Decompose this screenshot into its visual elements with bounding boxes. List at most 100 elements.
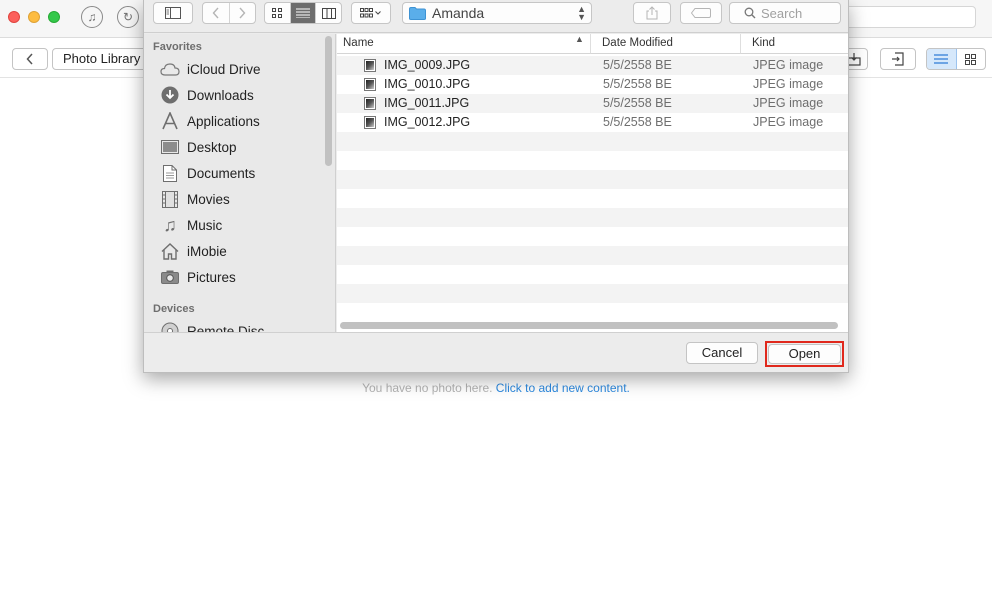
folder-icon	[409, 6, 426, 20]
view-mode-toggle	[926, 48, 986, 70]
jpeg-thumbnail-icon	[364, 116, 376, 129]
chevron-left-icon	[26, 53, 33, 65]
file-name: IMG_0009.JPG	[384, 58, 471, 72]
chevron-left-icon	[212, 7, 219, 19]
file-date: 5/5/2558 BE	[603, 115, 672, 129]
arrange-button[interactable]	[351, 2, 391, 24]
list-view-button[interactable]	[927, 49, 957, 69]
updown-chevron-icon: ▲ ▼	[577, 4, 586, 22]
column-header-kind[interactable]: Kind	[741, 34, 848, 54]
share-icon	[646, 6, 658, 20]
file-date: 5/5/2558 BE	[603, 77, 672, 91]
search-field[interactable]: Search	[729, 2, 841, 24]
empty-row	[337, 246, 848, 265]
navigation-buttons	[202, 2, 256, 24]
icon-view-button[interactable]	[265, 3, 291, 23]
file-row[interactable]: IMG_0009.JPG 5/5/2558 BE JPEG image	[337, 56, 848, 75]
open-button[interactable]: Open	[768, 344, 841, 364]
file-kind: JPEG image	[753, 77, 824, 91]
tag-icon	[691, 8, 711, 18]
view-options	[264, 2, 342, 24]
breadcrumb[interactable]: Photo Library	[52, 48, 152, 70]
back-button[interactable]	[12, 48, 48, 70]
empty-row	[337, 265, 848, 284]
applications-icon	[160, 112, 180, 130]
sidebar-item-downloads[interactable]: Downloads	[160, 84, 254, 106]
cancel-button[interactable]: Cancel	[686, 342, 758, 364]
music-icon[interactable]: ♫	[81, 6, 103, 28]
jpeg-thumbnail-icon	[364, 59, 376, 72]
refresh-icon[interactable]: ↻	[117, 6, 139, 28]
sidebar-scrollbar[interactable]	[325, 36, 332, 166]
sort-ascending-icon: ▲	[575, 34, 584, 44]
column-header-name[interactable]: Name	[337, 34, 591, 54]
sidebar-item-remote-disc[interactable]: Remote Disc	[160, 320, 264, 332]
sidebar-item-label: Applications	[187, 113, 260, 129]
nav-forward-button[interactable]	[230, 3, 256, 23]
sidebar-item-documents[interactable]: Documents	[160, 162, 255, 184]
share-button[interactable]	[633, 2, 671, 24]
close-window-button[interactable]	[8, 11, 20, 23]
sidebar-item-label: Music	[187, 217, 223, 233]
sidebar-item-label: iMobie	[187, 243, 227, 259]
sidebar-item-label: Desktop	[187, 139, 237, 155]
list-view-button[interactable]	[290, 3, 317, 23]
sidebar-toggle-button[interactable]	[153, 2, 193, 24]
favorites-header: Favorites	[153, 41, 202, 53]
sidebar-item-label: Movies	[187, 191, 230, 207]
camera-icon	[160, 268, 180, 286]
app-search-field[interactable]	[842, 6, 976, 28]
sidebar-item-pictures[interactable]: Pictures	[160, 266, 236, 288]
horizontal-scrollbar[interactable]	[340, 322, 838, 329]
location-popup[interactable]: Amanda ▲ ▼	[402, 2, 592, 24]
file-name: IMG_0011.JPG	[384, 96, 470, 110]
column-header-date-modified[interactable]: Date Modified	[591, 34, 741, 54]
file-row[interactable]: IMG_0012.JPG 5/5/2558 BE JPEG image	[337, 113, 848, 132]
jpeg-thumbnail-icon	[364, 97, 376, 110]
column-view-button[interactable]	[316, 3, 341, 23]
jpeg-thumbnail-icon	[364, 78, 376, 91]
arrange-icon	[360, 8, 381, 18]
movies-icon	[160, 190, 180, 208]
sidebar-item-applications[interactable]: Applications	[160, 110, 260, 132]
cloud-icon	[160, 60, 180, 78]
dialog-toolbar: Amanda ▲ ▼ Search	[144, 0, 848, 33]
documents-icon	[160, 164, 180, 182]
music-note-icon: ♫	[163, 214, 177, 235]
empty-row	[337, 189, 848, 208]
sidebar-item-icloud-drive[interactable]: iCloud Drive	[160, 58, 261, 80]
tag-button[interactable]	[680, 2, 722, 24]
file-name: IMG_0010.JPG	[384, 77, 471, 91]
empty-row	[337, 284, 848, 303]
file-row[interactable]: IMG_0010.JPG 5/5/2558 BE JPEG image	[337, 75, 848, 94]
add-content-link[interactable]: Click to add new content.	[496, 381, 630, 395]
search-placeholder: Search	[761, 5, 803, 21]
downloads-icon	[160, 86, 180, 104]
sidebar-item-label: iCloud Drive	[187, 61, 261, 77]
export-icon	[892, 52, 904, 66]
devices-header: Devices	[153, 303, 195, 315]
empty-row	[337, 303, 848, 322]
sidebar-item-music[interactable]: ♫ Music	[160, 214, 222, 236]
export-button[interactable]	[880, 48, 916, 70]
sidebar-item-label: Downloads	[187, 87, 254, 103]
grid-view-button[interactable]	[957, 49, 986, 69]
open-file-dialog: Amanda ▲ ▼ Search Favorites iCloud Drive …	[143, 0, 849, 373]
list-icon	[296, 8, 310, 18]
icon-view-icon	[272, 8, 283, 18]
minimize-window-button[interactable]	[28, 11, 40, 23]
sidebar-item-label: Pictures	[187, 269, 236, 285]
empty-state-message: You have no photo here. Click to add new…	[0, 381, 992, 395]
sidebar-item-desktop[interactable]: Desktop	[160, 136, 237, 158]
file-date: 5/5/2558 BE	[603, 58, 672, 72]
file-kind: JPEG image	[753, 96, 824, 110]
chevron-right-icon	[239, 7, 246, 19]
nav-back-button[interactable]	[203, 3, 230, 23]
empty-row	[337, 151, 848, 170]
sidebar-item-imobie[interactable]: iMobie	[160, 240, 227, 262]
zoom-window-button[interactable]	[48, 11, 60, 23]
file-row[interactable]: IMG_0011.JPG 5/5/2558 BE JPEG image	[337, 94, 848, 113]
location-label: Amanda	[432, 5, 485, 21]
sidebar-item-movies[interactable]: Movies	[160, 188, 230, 210]
file-name: IMG_0012.JPG	[384, 115, 471, 129]
